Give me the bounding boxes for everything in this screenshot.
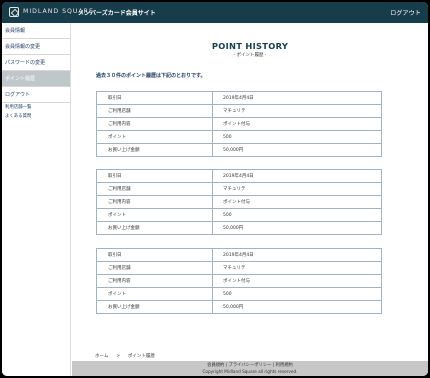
purchase-amount-value: 50,000円 [212, 143, 382, 157]
breadcrumb-separator: > [116, 354, 121, 359]
purchase-amount-label: お買い上げ金額 [96, 300, 213, 314]
top-header: MIDLAND SQUARE メンバーズカード会員サイト ログアウト [2, 2, 428, 23]
site-title: メンバーズカード会員サイト [78, 10, 156, 17]
transaction-date-label: 取引日 [96, 169, 213, 183]
points-label: ポイント [96, 287, 213, 301]
point-history-record: 取引日 2019年4月4日 ご利用店舗 マチュリテ ご利用内容 ポイント付与 ポ… [96, 91, 382, 157]
sidebar-item-member-info[interactable]: 会員情報 [2, 23, 70, 39]
table-row: 取引日 2019年4月4日 [96, 248, 382, 262]
table-row: ポイント 500 [96, 208, 382, 222]
page-subtitle: - ポイント履歴 - [233, 53, 267, 58]
footer-divider: | [272, 363, 275, 368]
table-row: ご利用店舗 マチュリテ [96, 261, 382, 275]
breadcrumb-home-link[interactable]: ホーム [95, 354, 108, 359]
transaction-date-label: 取引日 [96, 91, 213, 105]
sidebar-item-edit-member-info[interactable]: 会員情報の変更 [2, 39, 70, 55]
store-label: ご利用店舗 [96, 182, 213, 196]
points-value: 500 [212, 287, 382, 301]
table-row: ご利用内容 ポイント付与 [96, 195, 382, 209]
usage-type-label: ご利用内容 [96, 195, 213, 209]
history-intro-text: 過去３０件のポイント履歴は下記のとおりです。 [96, 73, 206, 79]
store-value: マチュリテ [212, 182, 382, 196]
sidebar-item-logout[interactable]: ログアウト [2, 87, 70, 103]
transaction-date-value: 2019年4月4日 [212, 91, 382, 105]
midland-square-logo-icon [9, 7, 19, 17]
breadcrumb-current: ポイント履歴 [127, 354, 155, 359]
store-value: マチュリテ [212, 261, 382, 275]
sidebar-item-point-history[interactable]: ポイント履歴 [2, 71, 70, 87]
purchase-amount-label: お買い上げ金額 [96, 221, 213, 235]
table-row: お買い上げ金額 50,000円 [96, 143, 382, 157]
table-row: ポイント 500 [96, 287, 382, 301]
store-value: マチュリテ [212, 104, 382, 118]
usage-type-label: ご利用内容 [96, 117, 213, 131]
footer: 会員規約 | プライバシーポリシー | 利用規約 Copyright Midla… [72, 361, 428, 376]
footer-link-terms-of-use[interactable]: 利用規約 [276, 363, 293, 368]
page-window: MIDLAND SQUARE メンバーズカード会員サイト ログアウト 会員情報 … [2, 2, 428, 376]
points-value: 500 [212, 130, 382, 144]
footer-link-privacy-policy[interactable]: プライバシーポリシー [229, 363, 272, 368]
table-row: ご利用店舗 マチュリテ [96, 182, 382, 196]
sidebar: 会員情報 会員情報の変更 パスワードの変更 ポイント履歴 ログアウト 利用店舗一… [2, 23, 71, 376]
purchase-amount-value: 50,000円 [212, 300, 382, 314]
points-label: ポイント [96, 208, 213, 222]
table-row: 取引日 2019年4月4日 [96, 169, 382, 183]
point-history-record: 取引日 2019年4月4日 ご利用店舗 マチュリテ ご利用内容 ポイント付与 ポ… [96, 248, 382, 314]
point-history-record: 取引日 2019年4月4日 ご利用店舗 マチュリテ ご利用内容 ポイント付与 ポ… [96, 169, 382, 235]
table-row: ご利用店舗 マチュリテ [96, 104, 382, 118]
usage-type-value: ポイント付与 [212, 274, 382, 288]
table-row: ご利用内容 ポイント付与 [96, 274, 382, 288]
sidebar-link-faq[interactable]: よくある質問 [2, 112, 70, 121]
footer-links: 会員規約 | プライバシーポリシー | 利用規約 [72, 361, 428, 369]
table-row: ポイント 500 [96, 130, 382, 144]
sidebar-link-store-list[interactable]: 利用店舗一覧 [2, 103, 70, 112]
footer-link-member-terms[interactable]: 会員規約 [207, 363, 224, 368]
purchase-amount-label: お買い上げ金額 [96, 143, 213, 157]
table-row: ご利用内容 ポイント付与 [96, 117, 382, 131]
table-row: 取引日 2019年4月4日 [96, 91, 382, 105]
table-row: お買い上げ金額 50,000円 [96, 300, 382, 314]
points-label: ポイント [96, 130, 213, 144]
transaction-date-value: 2019年4月4日 [212, 169, 382, 183]
points-value: 500 [212, 208, 382, 222]
page-title: POINT HISTORY [211, 41, 289, 51]
sidebar-item-change-password[interactable]: パスワードの変更 [2, 55, 70, 71]
header-logout-link[interactable]: ログアウト [390, 8, 421, 17]
usage-type-label: ご利用内容 [96, 274, 213, 288]
usage-type-value: ポイント付与 [212, 195, 382, 209]
transaction-date-value: 2019年4月4日 [212, 248, 382, 262]
usage-type-value: ポイント付与 [212, 117, 382, 131]
purchase-amount-value: 50,000円 [212, 221, 382, 235]
copyright-text: Copyright Midland Square all rights rese… [202, 369, 298, 374]
breadcrumb: ホーム > ポイント履歴 [95, 353, 155, 359]
transaction-date-label: 取引日 [96, 248, 213, 262]
store-label: ご利用店舗 [96, 104, 213, 118]
main-content: POINT HISTORY - ポイント履歴 - 過去３０件のポイント履歴は下記… [72, 23, 428, 376]
table-row: お買い上げ金額 50,000円 [96, 221, 382, 235]
store-label: ご利用店舗 [96, 261, 213, 275]
footer-divider: | [225, 363, 228, 368]
